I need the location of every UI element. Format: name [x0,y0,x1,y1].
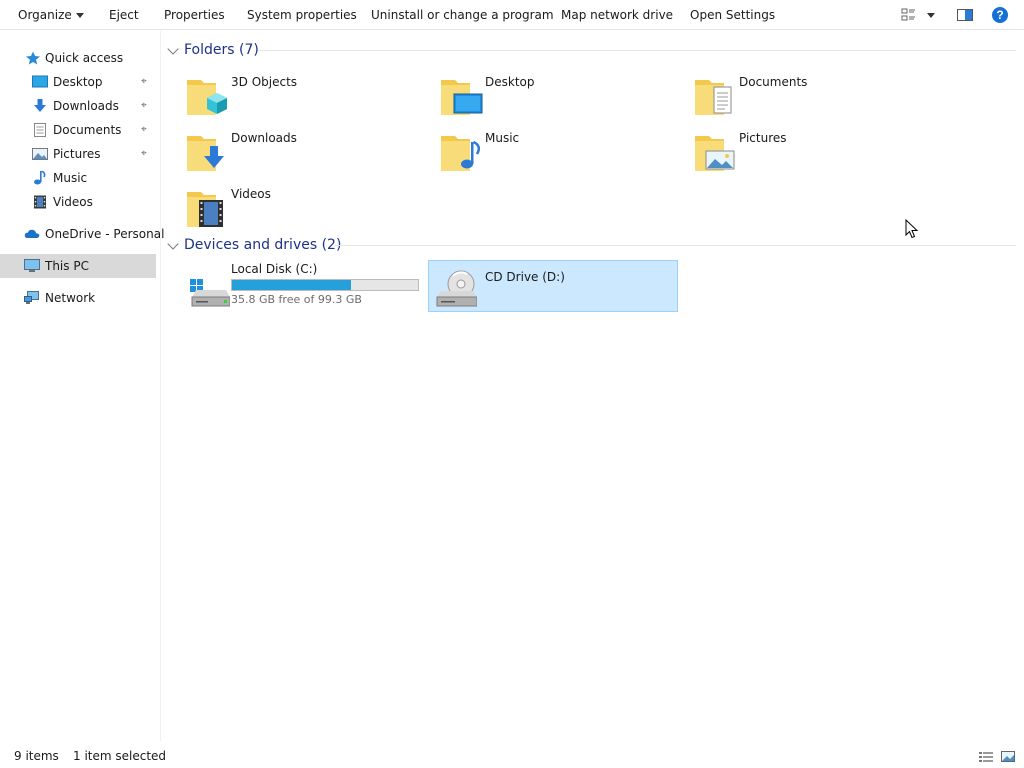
downloads-folder-icon [187,136,224,171]
sidebar-item-downloads[interactable]: Downloads ⌖ [0,94,156,118]
devices-group-title: Devices and drives (2) [184,237,342,253]
folder-music[interactable]: Music [430,126,680,178]
desktop-folder-icon [441,80,483,115]
group-divider [258,50,1016,51]
cloud-icon [24,229,40,238]
sidebar-item-pictures[interactable]: Pictures ⌖ [0,142,156,166]
drive-name-label: Local Disk (C:) [231,262,318,276]
folder-label: Downloads [231,131,297,145]
sidebar-item-label: Network [45,291,96,305]
uninstall-program-button[interactable]: Uninstall or change a program [371,0,554,30]
sidebar-item-label: Documents [53,123,122,137]
change-view-button[interactable] [900,6,942,24]
drive-cd-d[interactable]: CD Drive (D:) [428,260,678,312]
group-divider [334,245,1016,246]
organize-label: Organize [18,8,72,22]
network-icon [24,291,39,304]
selection-count-label: 1 item selected [73,749,167,763]
folder-desktop[interactable]: Desktop [430,70,680,122]
pin-icon[interactable]: ⌖ [141,70,147,94]
desktop-icon [32,75,48,88]
folder-downloads[interactable]: Downloads [176,126,426,178]
organize-button[interactable]: Organize [18,0,84,30]
details-view-icon[interactable] [978,750,994,764]
sidebar-item-onedrive[interactable]: OneDrive - Personal [0,222,164,246]
item-count-label: 9 items [14,749,59,763]
music-note-icon [34,171,46,185]
3d-objects-folder-icon [187,80,227,115]
sidebar-item-label: This PC [45,259,89,273]
pin-icon[interactable]: ⌖ [141,142,147,166]
sidebar-item-label: Desktop [53,75,103,89]
preview-pane-icon [957,9,973,21]
document-icon [34,123,46,137]
chevron-down-icon [167,42,179,55]
star-icon [26,51,40,65]
sidebar-item-desktop[interactable]: Desktop ⌖ [0,70,156,94]
folder-label: Desktop [485,75,535,89]
disk-usage-fill [232,280,351,290]
folders-group-header[interactable]: Folders (7) [166,40,259,60]
folder-pictures[interactable]: Pictures [684,126,934,178]
sidebar-item-videos[interactable]: Videos [0,190,156,214]
pin-icon[interactable]: ⌖ [141,94,147,118]
help-icon: ? [992,7,1008,23]
sidebar-item-this-pc[interactable]: This PC [0,254,156,278]
folder-documents[interactable]: Documents [684,70,934,122]
download-arrow-icon [34,99,46,112]
cd-drive-icon [436,270,477,307]
film-icon [34,195,46,209]
folder-label: Documents [739,75,808,89]
drive-free-space-label: 35.8 GB free of 99.3 GB [231,293,362,306]
drive-name-label: CD Drive (D:) [485,270,565,284]
folder-videos[interactable]: Videos [176,182,426,234]
properties-button[interactable]: Properties [164,0,225,30]
svg-text:?: ? [996,8,1003,22]
pin-icon[interactable]: ⌖ [141,118,147,142]
sidebar-item-label: Pictures [53,147,101,161]
pane-divider[interactable] [160,31,161,741]
monitor-icon [24,259,40,272]
sidebar-item-network[interactable]: Network [0,286,156,310]
documents-folder-icon [695,80,732,115]
devices-group-header[interactable]: Devices and drives (2) [166,235,341,255]
sidebar-item-quick-access[interactable]: Quick access [0,46,156,70]
change-view-icon [901,8,935,21]
caret-down-icon [75,13,84,18]
drive-local-disk-c[interactable]: Local Disk (C:) 35.8 GB free of 99.3 GB [176,260,426,312]
sidebar-item-label: Music [53,171,88,185]
picture-icon [32,148,48,160]
pictures-folder-icon [695,136,735,171]
command-bar: Organize Eject Properties System propert… [0,0,1024,30]
hard-drive-icon [190,279,230,307]
videos-folder-icon [187,192,223,227]
status-bar: 9 items 1 item selected [0,745,1024,768]
sidebar-item-label: OneDrive - Personal [45,227,165,241]
eject-button[interactable]: Eject [109,0,139,30]
folders-group-title: Folders (7) [184,42,259,58]
large-icons-view-icon[interactable] [1000,750,1016,764]
sidebar-item-label: Videos [53,195,93,209]
system-properties-button[interactable]: System properties [247,0,357,30]
sidebar-item-documents[interactable]: Documents ⌖ [0,118,156,142]
navigation-pane: Quick access Desktop ⌖ Downloads ⌖ Docum… [0,31,164,741]
sidebar-item-label: Downloads [53,99,119,113]
chevron-down-icon [167,237,179,250]
sidebar-item-label: Quick access [45,51,124,65]
mouse-cursor-icon [905,219,919,239]
map-network-drive-button[interactable]: Map network drive [561,0,673,30]
preview-pane-button[interactable] [956,6,974,24]
folder-label: Videos [231,187,271,201]
open-settings-button[interactable]: Open Settings [690,0,775,30]
folder-3d-objects[interactable]: 3D Objects [176,70,426,122]
help-button[interactable]: ? [991,6,1009,24]
folder-label: 3D Objects [231,75,298,89]
folder-label: Music [485,131,520,145]
music-folder-icon [441,136,481,171]
folder-label: Pictures [739,131,787,145]
disk-usage-bar [231,279,419,291]
sidebar-item-music[interactable]: Music [0,166,156,190]
